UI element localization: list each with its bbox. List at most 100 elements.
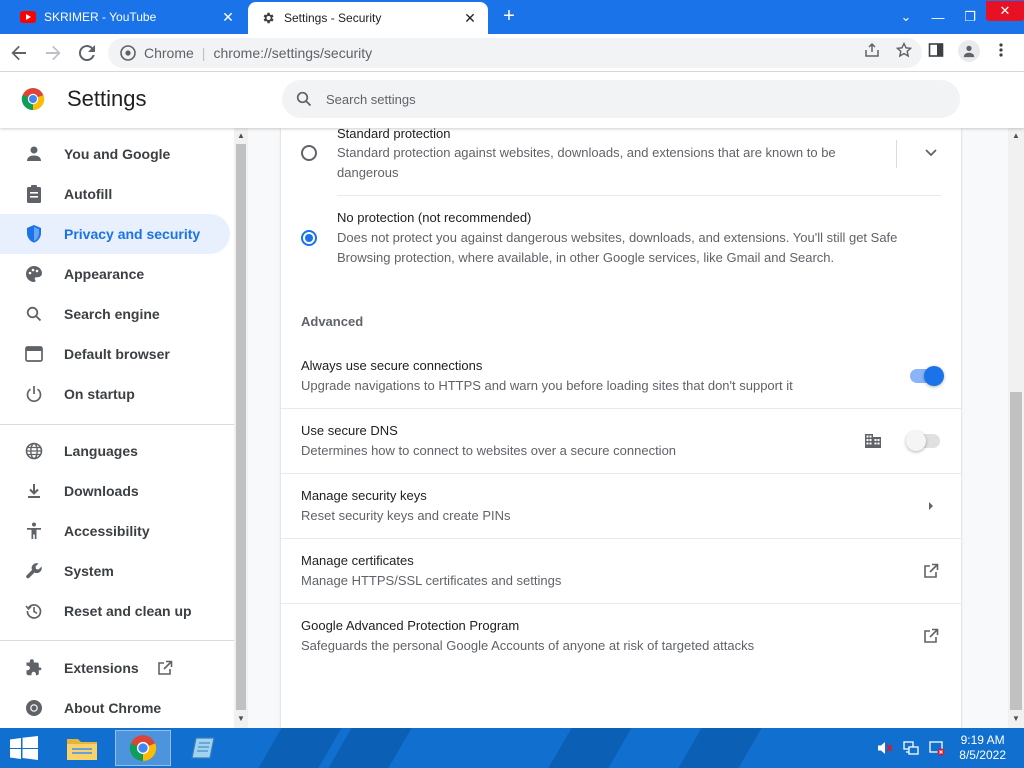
advanced-section-label: Advanced [301,314,364,329]
browser-toolbar: Chrome | chrome://settings/security [0,34,1024,72]
external-link-icon [157,660,173,676]
clipboard-icon [24,184,44,204]
palette-icon [24,264,44,284]
advanced-protection-desc: Safeguards the personal Google Accounts … [301,638,755,653]
external-link-icon[interactable] [921,561,941,581]
chevron-down-icon[interactable] [921,143,941,163]
system-tray: 9:19 AM 8/5/2022 [877,728,1024,768]
sidebar-item-label: You and Google [64,146,171,162]
standard-protection-title: Standard protection [337,126,451,141]
sidebar-item-reset-and-clean-up[interactable]: Reset and clean up [0,591,230,631]
reload-icon[interactable] [72,38,102,68]
side-panel-icon[interactable] [928,42,944,58]
sidebar-scrollbar[interactable]: ▲ ▼ [234,128,248,728]
forward-arrow-icon[interactable] [38,38,68,68]
sidebar-item-label: Extensions [64,660,139,676]
accessibility-icon [24,521,44,541]
scroll-down-arrow-icon[interactable]: ▼ [236,714,246,724]
close-tab-icon[interactable]: ✕ [460,8,480,28]
manage-certificates-title: Manage certificates [301,553,414,568]
sidebar-item-about-chrome[interactable]: About Chrome [0,688,230,728]
browser-window-icon [24,344,44,364]
no-protection-radio[interactable] [301,230,317,246]
share-icon[interactable] [864,42,880,58]
no-protection-title: No protection (not recommended) [337,210,532,225]
secure-dns-desc: Determines how to connect to websites ov… [301,443,677,458]
chevron-down-icon[interactable]: ⌄ [890,9,922,25]
search-input[interactable] [326,91,926,107]
enterprise-managed-icon [863,431,883,451]
row-divider [281,473,961,474]
close-window-icon[interactable]: ✕ [986,1,1024,21]
sidebar-item-label: Autofill [64,186,113,202]
sidebar-item-you-and-google[interactable]: You and Google [0,134,230,174]
file-explorer-icon[interactable] [54,730,110,766]
scroll-up-arrow-icon[interactable]: ▲ [236,131,246,141]
minimize-icon[interactable]: — [922,10,954,25]
gear-icon [260,10,276,26]
scrollbar-thumb[interactable] [1010,392,1022,710]
more-menu-icon[interactable] [998,42,1004,58]
page-title: Settings [67,86,147,111]
sidebar-item-on-startup[interactable]: On startup [0,374,230,414]
option-divider [337,195,941,196]
power-icon [24,384,44,404]
restore-icon[interactable]: ❐ [954,9,986,25]
sidebar-item-downloads[interactable]: Downloads [0,471,230,511]
windows-start-icon[interactable] [10,736,38,760]
tab-youtube[interactable]: SKRIMER - YouTube ✕ [8,0,246,34]
sidebar-item-label: System [64,563,114,579]
close-tab-icon[interactable]: ✕ [218,7,238,27]
sidebar-item-privacy-and-security[interactable]: Privacy and security [0,214,230,254]
volume-muted-icon[interactable] [877,740,893,756]
secure-dns-title: Use secure DNS [301,423,398,438]
standard-protection-desc: Standard protection against websites, do… [337,145,836,180]
sidebar-item-default-browser[interactable]: Default browser [0,334,230,374]
url-text[interactable]: chrome://settings/security [213,45,372,61]
address-bar[interactable]: Chrome | chrome://settings/security [108,38,922,68]
taskbar: 9:19 AM 8/5/2022 [0,728,1024,768]
secure-dns-toggle[interactable] [906,431,940,451]
toggle-knob [924,366,944,386]
main-scrollbar[interactable]: ▲ ▼ [1008,128,1024,728]
no-protection-desc: Does not protect you against dangerous w… [337,230,898,265]
sidebar-item-extensions[interactable]: Extensions [0,648,230,688]
scroll-down-arrow-icon[interactable]: ▼ [1011,714,1021,724]
chrome-icon [24,698,44,718]
sidebar-item-label: Appearance [64,266,145,282]
row-divider [281,603,961,604]
taskbar-clock[interactable]: 9:19 AM 8/5/2022 [959,733,1006,763]
sidebar-item-accessibility[interactable]: Accessibility [0,511,230,551]
network-icon[interactable] [903,740,919,756]
search-settings-box[interactable] [282,80,960,118]
shield-icon [24,224,44,244]
tab-settings-security[interactable]: Settings - Security ✕ [248,2,488,34]
sidebar-divider [0,640,234,641]
scroll-up-arrow-icon[interactable]: ▲ [1011,131,1021,141]
search-icon [294,89,314,109]
clock-time: 9:19 AM [960,733,1005,747]
sidebar-item-languages[interactable]: Languages [0,431,230,471]
secure-connections-toggle[interactable] [910,366,944,386]
manage-certificates-desc: Manage HTTPS/SSL certificates and settin… [301,573,562,588]
sidebar-item-label: About Chrome [64,700,162,716]
chrome-taskbar-icon[interactable] [115,730,171,766]
title-bar: SKRIMER - YouTube ✕ Settings - Security … [0,0,1024,34]
sidebar-item-system[interactable]: System [0,551,230,591]
star-bookmark-icon[interactable] [896,42,912,58]
new-tab-button[interactable]: + [498,6,520,28]
back-arrow-icon[interactable] [4,38,34,68]
sidebar-item-autofill[interactable]: Autofill [0,174,230,214]
profile-avatar-icon[interactable] [958,40,980,62]
row-divider [281,408,961,409]
sidebar-item-search-engine[interactable]: Search engine [0,294,230,334]
chrome-logo-icon [21,87,45,111]
scrollbar-thumb[interactable] [236,144,246,710]
external-link-icon[interactable] [921,626,941,646]
action-center-icon[interactable] [929,740,945,756]
arrow-right-icon[interactable] [921,496,941,516]
standard-protection-radio[interactable] [301,145,317,161]
notepad-icon[interactable] [176,730,232,766]
sidebar-item-appearance[interactable]: Appearance [0,254,230,294]
search-icon [24,304,44,324]
